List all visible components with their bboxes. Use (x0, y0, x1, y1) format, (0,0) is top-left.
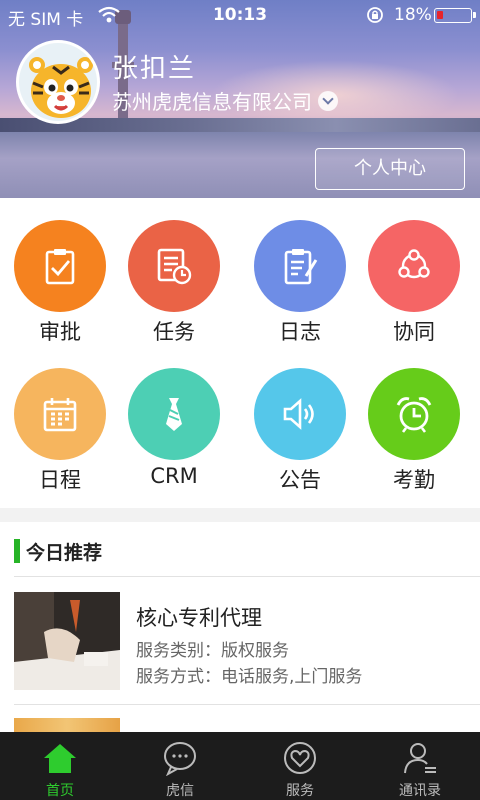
company-name: 苏州虎虎信息有限公司 (112, 90, 312, 114)
app-label: 日志 (279, 320, 321, 344)
chevron-down-icon[interactable] (318, 90, 338, 111)
calendar-icon (43, 398, 77, 432)
app-approval[interactable]: 审批 (0, 198, 120, 348)
section-accent-bar (14, 539, 20, 563)
app-crm[interactable]: CRM (114, 346, 234, 496)
app-label: CRM (150, 464, 198, 488)
tab-label: 通讯录 (399, 783, 441, 799)
collaborate-icon (398, 249, 430, 279)
status-bar: 无 SIM 卡 10:13 18% (0, 0, 480, 30)
app-label: 公告 (279, 468, 321, 492)
tiger-mascot-icon (29, 57, 93, 118)
divider (14, 576, 480, 577)
app-circle (368, 220, 460, 312)
app-task[interactable]: 任务 (114, 198, 234, 348)
battery-icon (434, 8, 476, 23)
app-circle (14, 368, 106, 460)
app-schedule[interactable]: 日程 (0, 346, 120, 496)
item-service-method: 服务方式：电话服务,上门服务 (136, 667, 363, 687)
tab-label: 服务 (286, 783, 314, 799)
personal-center-button[interactable]: 个人中心 (315, 148, 465, 190)
app-label: 日程 (39, 468, 81, 492)
task-list-icon (157, 248, 192, 285)
section-title: 今日推荐 (26, 541, 103, 564)
heart-icon (284, 742, 316, 774)
app-label: 考勤 (393, 468, 435, 492)
item-thumbnail (14, 592, 120, 690)
user-name: 张扣兰 (112, 54, 197, 84)
app-screen: 无 SIM 卡 10:13 18% 张扣兰 苏州虎虎信息有限公司 个人中心 审批… (0, 0, 480, 800)
profile-header: 无 SIM 卡 10:13 18% 张扣兰 苏州虎虎信息有限公司 个人中心 (0, 0, 480, 198)
necktie-icon (166, 398, 182, 431)
tab-home[interactable]: 首页 (0, 732, 120, 800)
item-category: 服务类别：版权服务 (136, 641, 289, 661)
tab-huxin[interactable]: 虎信 (120, 732, 240, 800)
item-title: 核心专利代理 (136, 606, 262, 630)
divider (14, 704, 480, 705)
app-label: 审批 (39, 320, 81, 344)
app-attendance[interactable]: 考勤 (354, 346, 474, 496)
app-circle (128, 368, 220, 460)
contacts-icon (404, 743, 436, 774)
chat-bubble-icon (164, 742, 196, 776)
company-selector[interactable]: 苏州虎虎信息有限公司 (112, 86, 338, 115)
app-circle (254, 368, 346, 460)
home-icon (44, 744, 76, 773)
bottom-tab-bar: 首页 虎信 服务 通讯录 (0, 732, 480, 800)
battery-percent: 18% (394, 5, 432, 25)
app-circle (368, 368, 460, 460)
app-circle (254, 220, 346, 312)
alarm-clock-icon (396, 397, 432, 433)
battery-level (437, 11, 443, 19)
clipboard-check-icon (45, 249, 75, 285)
rotation-lock-icon (367, 7, 383, 23)
tab-label: 虎信 (166, 783, 194, 799)
app-circle (128, 220, 220, 312)
business-photo-icon (14, 592, 120, 690)
app-collaborate[interactable]: 协同 (354, 198, 474, 348)
tab-contacts[interactable]: 通讯录 (360, 732, 480, 800)
item-thumbnail[interactable] (14, 718, 120, 732)
app-announcement[interactable]: 公告 (240, 346, 360, 496)
section-header: 今日推荐 (14, 538, 102, 564)
app-label: 任务 (153, 320, 195, 344)
app-circle (14, 220, 106, 312)
app-label: 协同 (393, 320, 435, 344)
speaker-icon (283, 398, 314, 430)
tab-label: 首页 (46, 783, 74, 799)
avatar[interactable] (16, 40, 100, 124)
app-log[interactable]: 日志 (240, 198, 360, 348)
app-grid: 审批 任务 日志 协同 日程 CRM 公告 考勤 (0, 198, 480, 508)
list-item[interactable]: 核心专利代理 服务类别：版权服务 服务方式：电话服务,上门服务 (14, 592, 480, 692)
recommend-section: 今日推荐 核心专利代理 服务类别：版权服务 服务方式：电话服务,上门服务 (0, 522, 480, 732)
tab-service[interactable]: 服务 (240, 732, 360, 800)
notepad-pen-icon (284, 249, 318, 285)
